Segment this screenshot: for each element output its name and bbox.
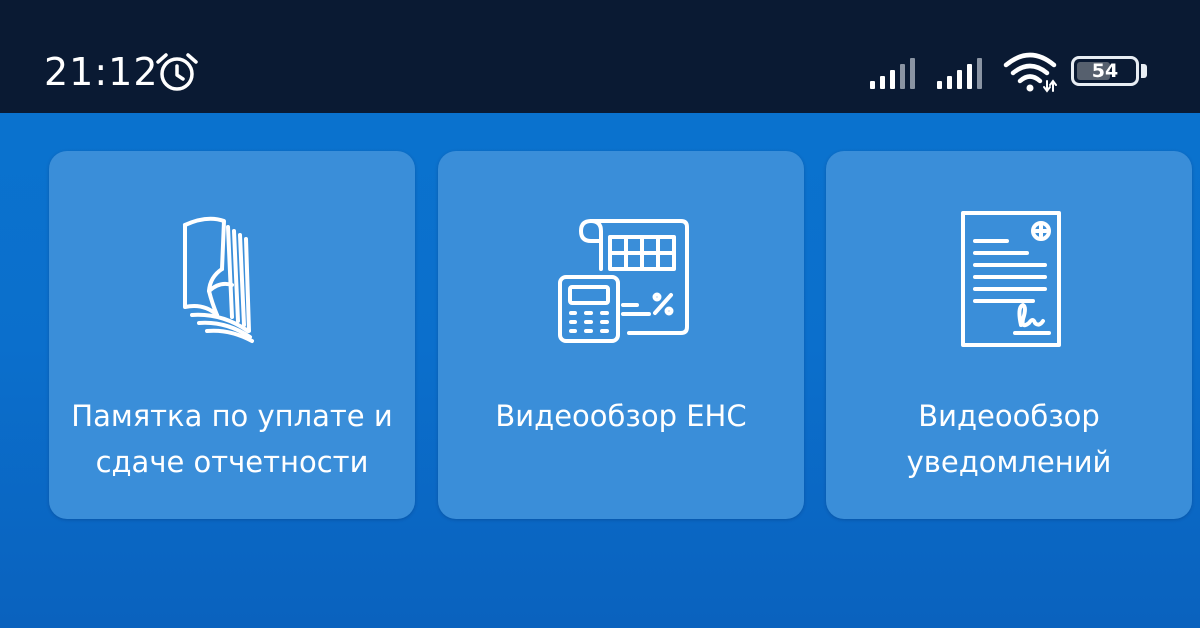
card-title: Памятка по уплате и сдаче отчетности <box>71 399 393 479</box>
wifi-icon <box>1003 52 1057 93</box>
battery-icon: 54 <box>1071 56 1139 86</box>
card-notifications-video-review[interactable]: Видеообзор уведомлений <box>826 151 1192 519</box>
card-payment-reporting-memo[interactable]: Памятка по уплате и сдаче отчетности <box>49 151 415 519</box>
cellular-signal-icon <box>870 58 915 89</box>
booklet-icon <box>183 216 254 343</box>
signed-document-icon <box>961 211 1061 347</box>
cellular-signal-icon <box>937 58 982 89</box>
alarm-icon <box>156 53 198 91</box>
clock: 21:12 <box>44 50 159 94</box>
calculator-document-icon <box>558 219 689 343</box>
battery-percentage: 54 <box>1091 60 1119 82</box>
card-title: Видеообзор ЕНС <box>495 399 747 433</box>
card-ens-video-review[interactable]: Видеообзор ЕНС <box>438 151 804 519</box>
card-title: Видеообзор уведомлений <box>906 399 1112 479</box>
status-bar: 21:12 54 <box>0 0 1200 113</box>
battery-tip <box>1141 64 1147 78</box>
